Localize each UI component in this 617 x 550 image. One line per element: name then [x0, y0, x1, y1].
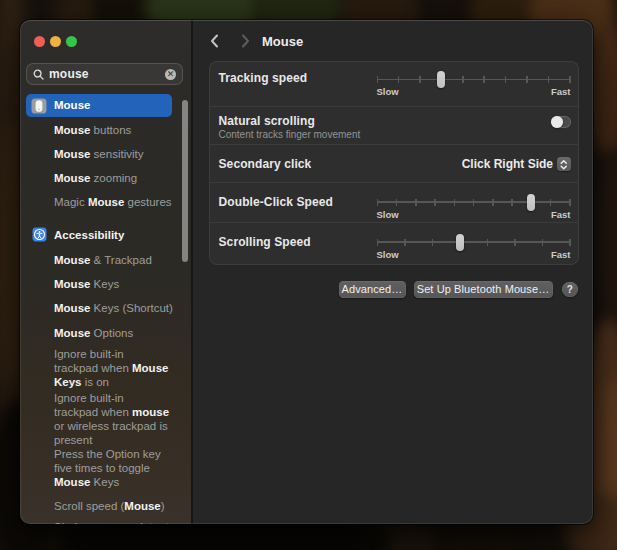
- sidebar-scrollbar[interactable]: [182, 100, 188, 262]
- main-pane: Mouse Tracking speed Slow Fast Natural scro…: [193, 20, 593, 524]
- slider-tick: [377, 239, 379, 246]
- slider-tick: [434, 199, 436, 206]
- setting-row-double-click-speed: Double-Click Speed Slow Fast: [209, 182, 579, 222]
- help-button[interactable]: ?: [562, 282, 578, 298]
- slider-max-label: Fast: [551, 86, 571, 97]
- system-preferences-window: mouse ✕ Mouse Mouse buttons Mouse sensitiv…: [20, 20, 593, 524]
- mouse-icon: [31, 98, 47, 114]
- slider-track: [377, 79, 571, 81]
- slider-max-label: Fast: [551, 209, 571, 220]
- sidebar-item-label: Magic Mouse gestures: [54, 195, 177, 209]
- setting-label: Tracking speed: [219, 71, 308, 85]
- sidebar-item-label: Mouse: [54, 99, 90, 111]
- accessibility-icon: [32, 227, 47, 242]
- slider-tick: [569, 239, 571, 246]
- tracking-speed-slider[interactable]: [377, 71, 571, 89]
- sidebar-item-label: Mouse Keys: [54, 277, 177, 291]
- scrolling-speed-slider[interactable]: [377, 233, 571, 251]
- advanced-button[interactable]: Advanced…: [339, 281, 406, 298]
- sidebar-item-label: Press the Option keyfive times to toggle…: [54, 447, 177, 489]
- chevron-up-down-icon: [557, 158, 571, 172]
- slider-tick: [419, 76, 421, 83]
- natural-scrolling-toggle[interactable]: [551, 116, 571, 129]
- toggle-knob: [551, 116, 563, 128]
- search-input[interactable]: mouse ✕: [26, 63, 183, 85]
- secondary-click-dropdown[interactable]: [557, 157, 571, 171]
- row-divider: [210, 222, 578, 223]
- sidebar-item-mouse[interactable]: Mouse: [26, 94, 172, 117]
- slider-thumb[interactable]: [456, 234, 464, 251]
- slider-tick: [511, 199, 513, 206]
- slider-tick: [396, 199, 398, 206]
- settings-group: Tracking speedSlowFastNatural scrollingC…: [209, 61, 579, 265]
- forward-button[interactable]: [237, 33, 253, 49]
- sidebar-item-label: Mouse & Trackpad: [54, 253, 177, 267]
- slider-tick: [514, 239, 516, 246]
- slider-max-label: Fast: [551, 249, 571, 260]
- traffic-lights: [34, 36, 77, 47]
- slider-tick: [569, 199, 571, 206]
- slider-min-label: Slow: [377, 86, 399, 97]
- sidebar-item-label: Mouse zooming: [54, 171, 177, 185]
- sidebar-item-label: Mouse buttons: [54, 123, 177, 137]
- sidebar-item-label: Mouse Keys (Shortcut): [54, 301, 177, 315]
- search-value: mouse: [49, 67, 165, 81]
- sidebar-item-label: Accessibility: [54, 228, 177, 242]
- minimize-button[interactable]: [50, 36, 61, 47]
- sidebar-item-label: Ignore built-intrackpad when mouseor wir…: [54, 391, 177, 447]
- slider-tick: [377, 76, 379, 83]
- setting-row-secondary-click: Secondary click Click Right Side: [209, 144, 579, 183]
- secondary-click-value: Click Right Side: [462, 157, 553, 171]
- clear-search-icon[interactable]: ✕: [165, 69, 176, 80]
- slider-tick: [550, 199, 552, 206]
- slider-tick: [377, 199, 379, 206]
- slider-tick: [569, 76, 571, 83]
- sidebar-item-label: Mouse sensitivity: [54, 147, 177, 161]
- magnifier-icon: [33, 69, 44, 80]
- slider-thumb[interactable]: [527, 194, 535, 211]
- row-divider: [210, 182, 578, 183]
- back-button[interactable]: [207, 33, 223, 49]
- slider-tick: [404, 239, 406, 246]
- slider-tick: [505, 76, 507, 83]
- row-divider: [210, 144, 578, 145]
- slider-thumb[interactable]: [437, 71, 445, 88]
- slider-tick: [462, 76, 464, 83]
- slider-min-label: Slow: [377, 249, 399, 260]
- row-divider: [210, 106, 578, 107]
- slider-tick: [548, 76, 550, 83]
- slider-tick: [492, 199, 494, 206]
- setting-row-tracking-speed: Tracking speed Slow Fast: [209, 61, 579, 106]
- slider-tick: [483, 76, 485, 83]
- sidebar-item-label: Ignore built-intrackpad when MouseKeys i…: [54, 347, 177, 389]
- setting-label: Natural scrolling: [219, 114, 315, 128]
- setting-row-scrolling-speed: Scrolling Speed Slow Fast: [209, 222, 579, 265]
- slider-tick: [487, 239, 489, 246]
- setting-sublabel: Content tracks finger movement: [219, 129, 361, 140]
- setting-label: Secondary click: [219, 157, 312, 171]
- sidebar: mouse ✕ Mouse Mouse buttons Mouse sensitiv…: [20, 20, 191, 524]
- slider-tick: [432, 239, 434, 246]
- slider-tick: [526, 76, 528, 83]
- setting-label: Double-Click Speed: [219, 195, 334, 209]
- slider-tick: [454, 199, 456, 206]
- slider-tick: [415, 199, 417, 206]
- sidebar-item-label: Scroll speed (Mouse): [54, 499, 177, 513]
- slider-min-label: Slow: [377, 209, 399, 220]
- set-up-bluetooth-mouse-button[interactable]: Set Up Bluetooth Mouse…: [414, 281, 553, 298]
- sidebar-item-label: Mouse Options: [54, 326, 177, 340]
- page-title: Mouse: [262, 34, 303, 49]
- setting-row-natural-scrolling: Natural scrollingContent tracks finger m…: [209, 106, 579, 144]
- slider-tick: [473, 199, 475, 206]
- slider-tick: [542, 239, 544, 246]
- close-button[interactable]: [34, 36, 45, 47]
- zoom-button[interactable]: [66, 36, 77, 47]
- sidebar-item-label: Shake mouse pointer to: [54, 520, 177, 524]
- slider-tick: [398, 76, 400, 83]
- setting-label: Scrolling Speed: [219, 235, 311, 249]
- double-click-speed-slider[interactable]: [377, 193, 571, 211]
